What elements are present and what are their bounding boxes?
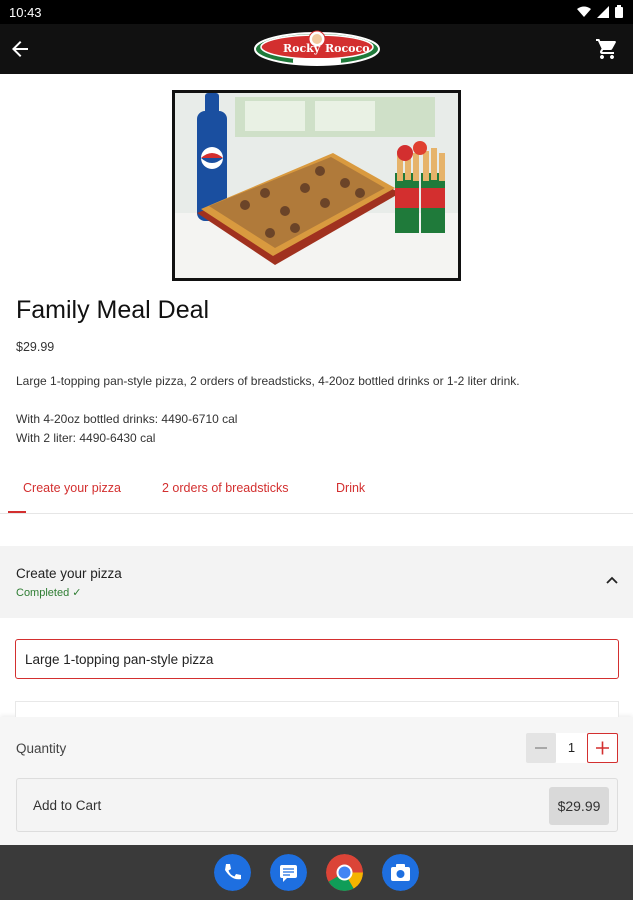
status-bar: 10:43 [0,0,633,24]
messages-icon[interactable] [270,854,307,891]
section-status: Completed ✓ [16,587,82,599]
next-option-card [15,701,619,717]
battery-icon [615,5,623,18]
meal-illustration [175,93,458,278]
phone-icon[interactable] [214,854,251,891]
tab-drink[interactable]: Drink [336,481,365,495]
tab-create-your-pizza[interactable]: Create your pizza [23,481,121,495]
svg-text:Rococo: Rococo [325,42,370,55]
add-to-cart-button[interactable]: Add to Cart $29.99 [16,778,618,832]
calories-bottled: With 4-20oz bottled drinks: 4490-6710 ca… [16,412,238,426]
signal-icon [597,5,609,18]
tab-breadsticks[interactable]: 2 orders of breadsticks [162,481,288,495]
cart-icon[interactable] [595,37,619,61]
cart-footer: Quantity 1 Add to Cart $29.99 [0,701,633,845]
calories-liter: With 2 liter: 4490-6430 cal [16,431,156,445]
rocky-rococo-logo: Rocky Rococo [254,30,380,66]
quantity-increase-button[interactable] [587,733,618,763]
active-tab-indicator [8,511,26,513]
chevron-up-icon[interactable] [605,574,619,588]
step-tabs: Create your pizza 2 orders of breadstick… [0,472,633,514]
app-dock [0,845,633,900]
product-title: Family Meal Deal [16,296,210,324]
product-price: $29.99 [16,340,55,354]
chrome-icon[interactable] [326,854,363,891]
product-description: Large 1-topping pan-style pizza, 2 order… [16,374,520,388]
camera-icon[interactable] [382,854,419,891]
pizza-option-label: Large 1-topping pan-style pizza [25,652,214,667]
status-icons [577,5,623,18]
status-time: 10:43 [9,5,42,20]
wifi-icon [577,6,591,17]
plus-icon [596,741,609,755]
section-header[interactable]: Create your pizza Completed ✓ [0,546,633,618]
product-image [172,90,461,281]
pizza-option[interactable]: Large 1-topping pan-style pizza [15,639,619,679]
quantity-label: Quantity [16,741,67,756]
svg-text:Rocky: Rocky [283,42,321,55]
quantity-stepper: 1 [526,733,618,763]
add-to-cart-label: Add to Cart [33,798,102,813]
minus-icon [535,747,547,749]
arrow-left-icon[interactable] [8,37,32,61]
quantity-decrease-button[interactable] [526,733,556,763]
add-to-cart-price: $29.99 [549,787,609,825]
section-title: Create your pizza [16,566,122,581]
app-bar: Rocky Rococo [0,24,633,74]
quantity-value: 1 [556,733,587,763]
